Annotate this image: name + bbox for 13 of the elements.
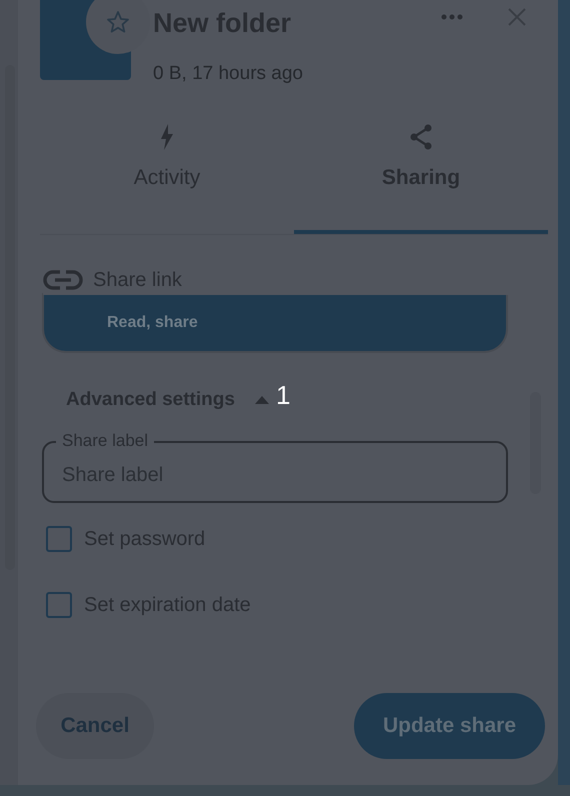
- close-icon: [506, 6, 528, 28]
- close-button[interactable]: [506, 6, 528, 28]
- star-icon: [106, 10, 130, 34]
- checkbox[interactable]: [46, 592, 72, 618]
- lightning-icon: [160, 124, 174, 150]
- more-icon: [441, 14, 463, 20]
- permission-summary: Read, share: [107, 313, 199, 333]
- permissions-card[interactable]: Read, share: [42, 293, 508, 353]
- update-share-button[interactable]: Update share: [354, 693, 545, 759]
- caret-icon: [254, 396, 269, 404]
- annotation-number: 1: [276, 380, 290, 410]
- checkbox[interactable]: [46, 526, 72, 552]
- share-icon: [409, 124, 433, 150]
